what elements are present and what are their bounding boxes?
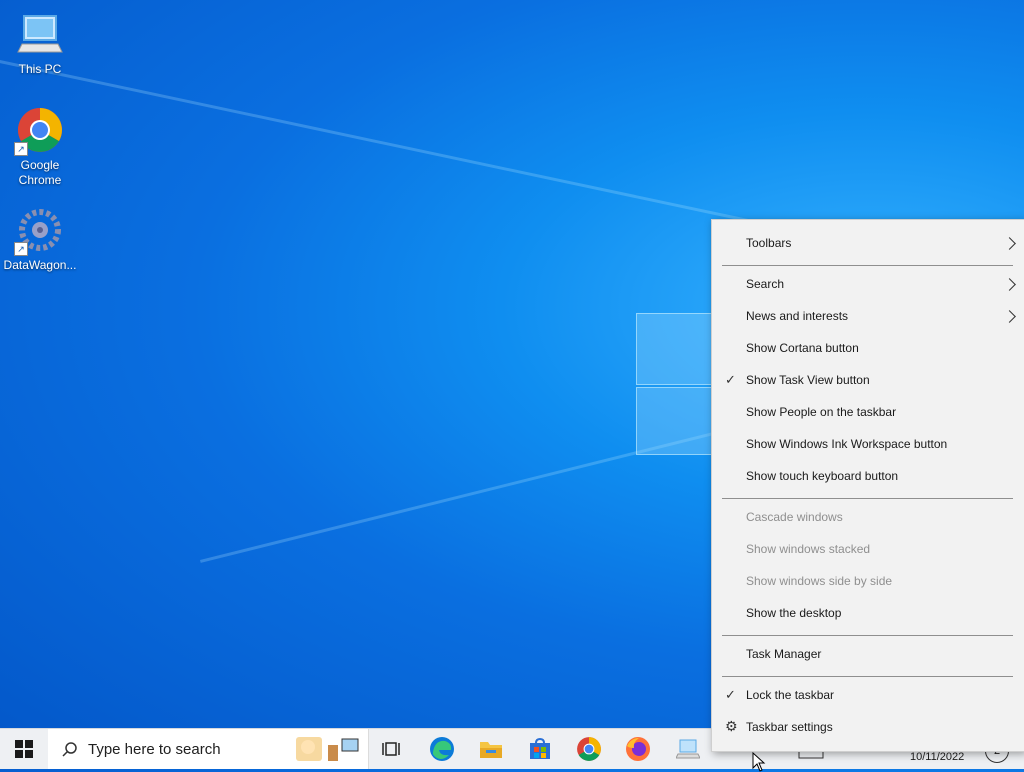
menu-item-label: Show windows stacked	[746, 542, 871, 556]
chrome-icon	[577, 737, 601, 761]
menu-separator	[722, 498, 1013, 499]
chevron-right-icon	[1003, 237, 1016, 250]
windows-start-icon	[15, 740, 33, 758]
menu-item-label: Show People on the taskbar	[746, 405, 897, 419]
desktop-icon-datawagon[interactable]: ↗ DataWagon...	[0, 206, 80, 273]
search-icon	[62, 742, 77, 757]
file-explorer-icon	[480, 742, 502, 758]
search-highlight-icon	[292, 733, 362, 765]
menu-item-show-touch-keyboard[interactable]: Show touch keyboard button	[712, 461, 1024, 493]
menu-item-cascade-windows: Cascade windows	[712, 502, 1024, 534]
taskbar-search-box[interactable]: Type here to search	[48, 729, 369, 769]
menu-item-task-manager[interactable]: Task Manager	[712, 639, 1024, 671]
menu-item-taskbar-settings[interactable]: ⚙ Taskbar settings	[712, 712, 1024, 744]
task-view-button[interactable]	[368, 729, 416, 769]
menu-separator	[722, 676, 1013, 677]
menu-item-show-people[interactable]: Show People on the taskbar	[712, 397, 1024, 429]
start-button[interactable]	[0, 729, 48, 769]
desktop-icon-label: DataWagon...	[3, 258, 77, 272]
gear-icon: ⚙	[725, 718, 738, 734]
taskbar-app-chrome[interactable]	[565, 729, 613, 769]
chrome-icon: ↗	[14, 106, 64, 156]
desktop-icon-google-chrome[interactable]: ↗ Google Chrome	[0, 106, 80, 188]
network-pc-icon	[676, 739, 700, 759]
taskbar-app-edge[interactable]	[418, 729, 466, 769]
menu-item-show-windows-stacked: Show windows stacked	[712, 534, 1024, 566]
menu-item-label: Show Task View button	[746, 373, 870, 387]
menu-item-label: News and interests	[746, 309, 849, 323]
taskbar-app-store[interactable]	[516, 729, 564, 769]
datawagon-icon: ↗	[14, 206, 64, 256]
desktop-icon-this-pc[interactable]: This PC	[0, 10, 80, 77]
desktop-icon-label: This PC	[18, 62, 62, 76]
menu-item-label: Show the desktop	[746, 606, 842, 620]
chevron-right-icon	[1003, 310, 1016, 323]
store-icon	[530, 737, 550, 759]
menu-item-label: Search	[746, 277, 785, 291]
firefox-icon	[626, 737, 650, 761]
desktop-icon-label: Google Chrome	[18, 158, 62, 187]
taskbar-app-firefox[interactable]	[614, 729, 662, 769]
menu-item-show-task-view-button[interactable]: ✓ Show Task View button	[712, 365, 1024, 397]
menu-item-lock-the-taskbar[interactable]: ✓ Lock the taskbar	[712, 680, 1024, 712]
menu-item-label: Lock the taskbar	[746, 688, 835, 702]
checkmark-icon: ✓	[725, 687, 736, 702]
menu-item-show-ink-workspace[interactable]: Show Windows Ink Workspace button	[712, 429, 1024, 461]
shortcut-arrow-icon: ↗	[14, 242, 28, 256]
menu-item-search[interactable]: Search	[712, 269, 1024, 301]
search-placeholder: Type here to search	[88, 740, 221, 758]
shortcut-arrow-icon: ↗	[14, 142, 28, 156]
menu-item-label: Show windows side by side	[746, 574, 893, 588]
taskbar-app-file-explorer[interactable]	[467, 729, 515, 769]
menu-item-news-and-interests[interactable]: News and interests	[712, 301, 1024, 333]
menu-item-label: Toolbars	[746, 236, 792, 250]
taskbar-app-network-pc[interactable]	[664, 729, 712, 769]
menu-item-show-the-desktop[interactable]: Show the desktop	[712, 598, 1024, 630]
this-pc-icon	[16, 10, 64, 58]
tray-date: 10/11/2022	[910, 751, 965, 763]
checkmark-icon: ✓	[725, 372, 736, 387]
mouse-cursor-icon	[752, 752, 766, 772]
menu-item-show-cortana-button[interactable]: Show Cortana button	[712, 333, 1024, 365]
edge-icon	[430, 737, 454, 761]
menu-item-label: Task Manager	[746, 647, 822, 661]
windows-logo-wallpaper	[636, 305, 716, 455]
menu-separator	[722, 635, 1013, 636]
menu-item-show-windows-side-by-side: Show windows side by side	[712, 566, 1024, 598]
menu-item-label: Show Windows Ink Workspace button	[746, 437, 948, 451]
menu-item-toolbars[interactable]: Toolbars	[712, 228, 1024, 260]
menu-item-label: Cascade windows	[746, 510, 843, 524]
menu-item-label: Show touch keyboard button	[746, 469, 899, 483]
task-view-icon	[382, 742, 400, 756]
taskbar-context-menu: Toolbars Search News and interests Show …	[711, 219, 1024, 752]
chevron-right-icon	[1003, 278, 1016, 291]
menu-item-label: Taskbar settings	[746, 720, 833, 734]
menu-item-label: Show Cortana button	[746, 341, 859, 355]
menu-separator	[722, 265, 1013, 266]
